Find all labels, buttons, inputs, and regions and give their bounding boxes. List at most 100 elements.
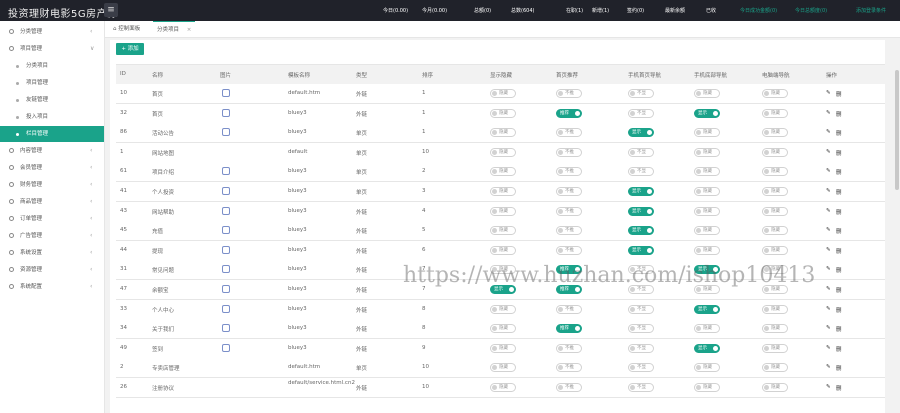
toggle-switch[interactable]: 隐藏: [490, 324, 516, 334]
toggle-switch[interactable]: 不推: [556, 363, 582, 373]
sidebar-item[interactable]: 商品管理 ‹: [0, 194, 104, 210]
delete-button[interactable]: 删: [836, 286, 842, 294]
toggle-switch[interactable]: 隐藏: [762, 108, 788, 118]
sidebar-item[interactable]: 订单管理 ‹: [0, 211, 104, 227]
toggle-switch[interactable]: 显示: [694, 108, 720, 118]
delete-button[interactable]: 删: [836, 345, 842, 353]
toggle-switch[interactable]: 隐藏: [694, 206, 720, 216]
delete-button[interactable]: 删: [836, 129, 842, 137]
pencil-icon[interactable]: ✎: [826, 188, 831, 194]
toggle-switch[interactable]: 隐藏: [490, 363, 516, 373]
toggle-switch[interactable]: 隐藏: [694, 383, 720, 392]
toggle-switch[interactable]: 隐藏: [762, 226, 788, 236]
toggle-switch[interactable]: 隐藏: [490, 89, 516, 98]
toggle-switch[interactable]: 显示: [628, 187, 654, 196]
delete-button[interactable]: 删: [836, 306, 842, 314]
top-stat[interactable]: 今月(0.00): [422, 7, 447, 14]
pencil-icon[interactable]: ✎: [826, 266, 831, 272]
toggle-switch[interactable]: 隐藏: [490, 383, 516, 392]
pencil-icon[interactable]: ✎: [826, 325, 831, 331]
toggle-switch[interactable]: 隐藏: [694, 187, 720, 196]
toggle-switch[interactable]: 不推: [556, 167, 582, 177]
toggle-switch[interactable]: 不推: [556, 383, 582, 392]
toggle-switch[interactable]: 隐藏: [490, 206, 516, 216]
sidebar-item[interactable]: 项目管理 ∨: [0, 41, 104, 57]
toggle-switch[interactable]: 隐藏: [762, 167, 788, 177]
sidebar-item[interactable]: 投入项目: [0, 109, 104, 125]
sidebar-item[interactable]: 资源管理 ‹: [0, 262, 104, 278]
delete-button[interactable]: 删: [836, 364, 842, 372]
sidebar-item[interactable]: 分类项目: [0, 58, 104, 74]
top-stat[interactable]: 今日总额度(0): [795, 7, 827, 14]
toggle-switch[interactable]: 显示: [628, 245, 654, 255]
toggle-switch[interactable]: 不推: [556, 128, 582, 138]
sidebar-item[interactable]: 栏目管理: [0, 126, 104, 142]
pencil-icon[interactable]: ✎: [826, 208, 831, 214]
toggle-switch[interactable]: 隐藏: [762, 304, 788, 314]
delete-button[interactable]: 删: [836, 247, 842, 255]
tab-dashboard[interactable]: ⌂ 控制面板: [109, 21, 144, 37]
toggle-switch[interactable]: 显示: [628, 226, 654, 236]
delete-button[interactable]: 删: [836, 208, 842, 216]
toggle-switch[interactable]: 不显: [628, 89, 654, 98]
pencil-icon[interactable]: ✎: [826, 110, 831, 116]
toggle-switch[interactable]: 隐藏: [762, 343, 788, 353]
add-button[interactable]: + 添加: [116, 43, 144, 55]
toggle-switch[interactable]: 显示: [694, 343, 720, 353]
sidebar-item[interactable]: 系统设置 ‹: [0, 245, 104, 261]
toggle-switch[interactable]: 不推: [556, 206, 582, 216]
toggle-switch[interactable]: 隐藏: [490, 343, 516, 353]
toggle-switch[interactable]: 不推: [556, 245, 582, 255]
toggle-switch[interactable]: 隐藏: [694, 245, 720, 255]
toggle-switch[interactable]: 不显: [628, 167, 654, 177]
top-stat[interactable]: 今日(0.00): [383, 7, 408, 14]
top-stat[interactable]: 新增(1): [592, 7, 609, 14]
toggle-switch[interactable]: 不推: [556, 226, 582, 236]
pencil-icon[interactable]: ✎: [826, 129, 831, 135]
toggle-switch[interactable]: 隐藏: [762, 324, 788, 334]
toggle-switch[interactable]: 隐藏: [762, 363, 788, 373]
toggle-switch[interactable]: 隐藏: [490, 128, 516, 138]
sidebar-item[interactable]: 分类管理 ‹: [0, 24, 104, 40]
sidebar-item[interactable]: 财务管理 ‹: [0, 177, 104, 193]
toggle-switch[interactable]: 隐藏: [762, 245, 788, 255]
sidebar-item[interactable]: 广告管理 ‹: [0, 228, 104, 244]
toggle-switch[interactable]: 推荐: [556, 108, 582, 118]
toggle-switch[interactable]: 隐藏: [694, 147, 720, 157]
toggle-switch[interactable]: 隐藏: [490, 147, 516, 157]
toggle-switch[interactable]: 不推: [556, 187, 582, 196]
toggle-switch[interactable]: 不推: [556, 304, 582, 314]
close-icon[interactable]: ×: [187, 27, 192, 33]
delete-button[interactable]: 删: [836, 149, 842, 157]
toggle-switch[interactable]: 隐藏: [490, 167, 516, 177]
pencil-icon[interactable]: ✎: [826, 384, 831, 390]
sidebar-item[interactable]: 会员管理 ‹: [0, 160, 104, 176]
toggle-switch[interactable]: 隐藏: [694, 324, 720, 334]
toggle-switch[interactable]: 隐藏: [694, 167, 720, 177]
sidebar-item[interactable]: 友链管理: [0, 92, 104, 108]
toggle-switch[interactable]: 隐藏: [694, 89, 720, 98]
toggle-switch[interactable]: 显示: [694, 304, 720, 314]
toggle-switch[interactable]: 不显: [628, 383, 654, 392]
toggle-switch[interactable]: 隐藏: [762, 89, 788, 98]
top-stat[interactable]: 添加登录条件: [856, 7, 886, 14]
delete-button[interactable]: 删: [836, 384, 842, 392]
pencil-icon[interactable]: ✎: [826, 227, 831, 233]
toggle-switch[interactable]: 不推: [556, 147, 582, 157]
pencil-icon[interactable]: ✎: [826, 286, 831, 292]
delete-button[interactable]: 删: [836, 110, 842, 118]
delete-button[interactable]: 删: [836, 325, 842, 333]
toggle-switch[interactable]: 隐藏: [490, 187, 516, 196]
top-stat[interactable]: 签约(0): [627, 7, 644, 14]
toggle-switch[interactable]: 隐藏: [762, 147, 788, 157]
sidebar-item[interactable]: 项目管理: [0, 75, 104, 91]
top-stat[interactable]: 今日成功金额(0): [740, 7, 777, 14]
toggle-switch[interactable]: 推荐: [556, 324, 582, 334]
hamburger-icon[interactable]: ≡: [104, 3, 118, 17]
toggle-switch[interactable]: 隐藏: [490, 304, 516, 314]
toggle-switch[interactable]: 不显: [628, 304, 654, 314]
scrollbar-thumb[interactable]: [895, 70, 899, 190]
toggle-switch[interactable]: 隐藏: [694, 128, 720, 138]
toggle-switch[interactable]: 隐藏: [762, 187, 788, 196]
top-stat[interactable]: 总数(604): [511, 7, 534, 14]
